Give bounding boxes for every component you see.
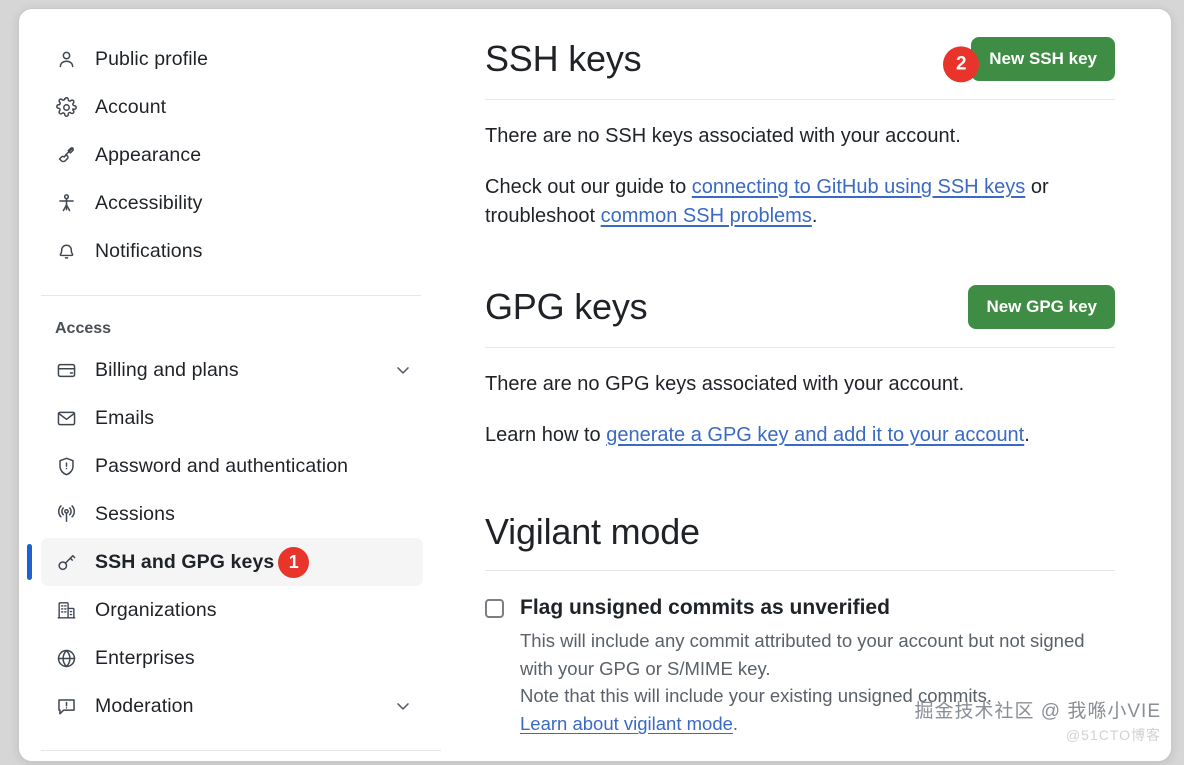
- mail-icon: [55, 407, 77, 429]
- sidebar-item-label: Accessibility: [95, 192, 203, 215]
- sidebar-item-account[interactable]: Account: [41, 83, 423, 131]
- chevron-down-icon[interactable]: [393, 696, 413, 716]
- page-title-vigilant-mode: Vigilant mode: [485, 512, 700, 552]
- gpg-keys-section: GPG keys New GPG key There are no GPG ke…: [485, 285, 1115, 450]
- page-title-gpg-keys: GPG keys: [485, 287, 647, 327]
- broadcast-icon: [55, 503, 77, 525]
- sidebar-item-ssh-and-gpg-keys[interactable]: SSH and GPG keys 1: [41, 538, 423, 586]
- ssh-keys-header: SSH keys 2 New SSH key: [485, 37, 1115, 100]
- sidebar-primary-group: Public profile Account Appearance: [19, 35, 441, 275]
- paintbrush-icon: [55, 144, 77, 166]
- sidebar-item-password-and-authentication[interactable]: Password and authentication: [41, 442, 423, 490]
- accessibility-icon: [55, 192, 77, 214]
- sidebar-section-title-access: Access: [19, 296, 441, 346]
- sidebar-item-label: Enterprises: [95, 647, 195, 670]
- sidebar-item-label: Organizations: [95, 599, 217, 622]
- flag-unsigned-commits-label: Flag unsigned commits as unverified: [520, 595, 1085, 620]
- vigilant-desc-link-suffix: .: [733, 713, 738, 734]
- sidebar-bottom-divider: [41, 750, 441, 751]
- sidebar-item-notifications[interactable]: Notifications: [41, 227, 423, 275]
- sidebar-access-group: Billing and plans Emails Password and: [19, 346, 441, 730]
- link-connecting-to-github-using-ssh-keys[interactable]: connecting to GitHub using SSH keys: [692, 176, 1026, 198]
- vigilant-mode-section: Vigilant mode Flag unsigned commits as u…: [485, 512, 1115, 738]
- ssh-guide-prefix: Check out our guide to: [485, 176, 692, 198]
- bell-icon: [55, 240, 77, 262]
- credit-card-icon: [55, 359, 77, 381]
- sidebar-item-emails[interactable]: Emails: [41, 394, 423, 442]
- sidebar-item-appearance[interactable]: Appearance: [41, 131, 423, 179]
- browser-window: Public profile Account Appearance: [18, 8, 1172, 762]
- sidebar-item-label: Appearance: [95, 144, 201, 167]
- vigilant-desc-line-1: This will include any commit attributed …: [520, 627, 1085, 655]
- vigilant-desc-line-3: Note that this will include your existin…: [520, 682, 1085, 710]
- vigilant-desc-line-2: with your GPG or S/MIME key.: [520, 655, 1085, 683]
- flag-unsigned-commits-checkbox[interactable]: [485, 599, 504, 618]
- ssh-guide-text: Check out our guide to connecting to Git…: [485, 173, 1115, 231]
- vigilant-mode-description: This will include any commit attributed …: [520, 627, 1085, 738]
- status-badge-step-2: 2: [943, 46, 979, 82]
- sidebar-item-enterprises[interactable]: Enterprises: [41, 634, 423, 682]
- organization-icon: [55, 599, 77, 621]
- globe-icon: [55, 647, 77, 669]
- sidebar-item-sessions[interactable]: Sessions: [41, 490, 423, 538]
- settings-sidebar: Public profile Account Appearance: [19, 9, 441, 761]
- sidebar-item-organizations[interactable]: Organizations: [41, 586, 423, 634]
- sidebar-item-label: Sessions: [95, 503, 175, 526]
- gpg-empty-text: There are no GPG keys associated with yo…: [485, 370, 1115, 399]
- gpg-learn-text: Learn how to generate a GPG key and add …: [485, 421, 1115, 450]
- key-icon: [55, 551, 77, 573]
- person-icon: [55, 48, 77, 70]
- gear-icon: [55, 96, 77, 118]
- sidebar-item-label: Billing and plans: [95, 359, 239, 382]
- link-generate-a-gpg-key[interactable]: generate a GPG key and add it to your ac…: [606, 424, 1024, 446]
- ssh-empty-text: There are no SSH keys associated with yo…: [485, 122, 1115, 151]
- shield-lock-icon: [55, 455, 77, 477]
- chevron-down-icon[interactable]: [393, 360, 413, 380]
- link-common-ssh-problems[interactable]: common SSH problems: [601, 205, 812, 227]
- sidebar-item-label: SSH and GPG keys: [95, 551, 274, 574]
- ssh-guide-suffix: .: [812, 205, 818, 227]
- new-gpg-key-button[interactable]: New GPG key: [968, 285, 1115, 329]
- link-learn-about-vigilant-mode[interactable]: Learn about vigilant mode: [520, 713, 733, 734]
- sidebar-item-moderation[interactable]: Moderation: [41, 682, 423, 730]
- report-icon: [55, 695, 77, 717]
- settings-main-content: SSH keys 2 New SSH key There are no SSH …: [441, 9, 1171, 761]
- sidebar-item-label: Emails: [95, 407, 154, 430]
- sidebar-item-public-profile[interactable]: Public profile: [41, 35, 423, 83]
- sidebar-item-accessibility[interactable]: Accessibility: [41, 179, 423, 227]
- sidebar-item-label: Notifications: [95, 240, 203, 263]
- sidebar-item-billing-and-plans[interactable]: Billing and plans: [41, 346, 423, 394]
- gpg-keys-header: GPG keys New GPG key: [485, 285, 1115, 348]
- sidebar-item-label: Account: [95, 96, 166, 119]
- new-ssh-key-button[interactable]: New SSH key: [971, 37, 1115, 81]
- gpg-learn-suffix: .: [1024, 424, 1030, 446]
- page-title-ssh-keys: SSH keys: [485, 39, 641, 79]
- sidebar-item-label: Public profile: [95, 48, 208, 71]
- status-badge-step-1: 1: [278, 547, 309, 578]
- gpg-learn-prefix: Learn how to: [485, 424, 606, 446]
- ssh-keys-section: SSH keys 2 New SSH key There are no SSH …: [485, 37, 1115, 231]
- vigilant-mode-header: Vigilant mode: [485, 512, 1115, 571]
- sidebar-item-label: Moderation: [95, 695, 194, 718]
- vigilant-mode-option-row: Flag unsigned commits as unverified This…: [485, 595, 1115, 738]
- sidebar-item-label: Password and authentication: [95, 455, 348, 478]
